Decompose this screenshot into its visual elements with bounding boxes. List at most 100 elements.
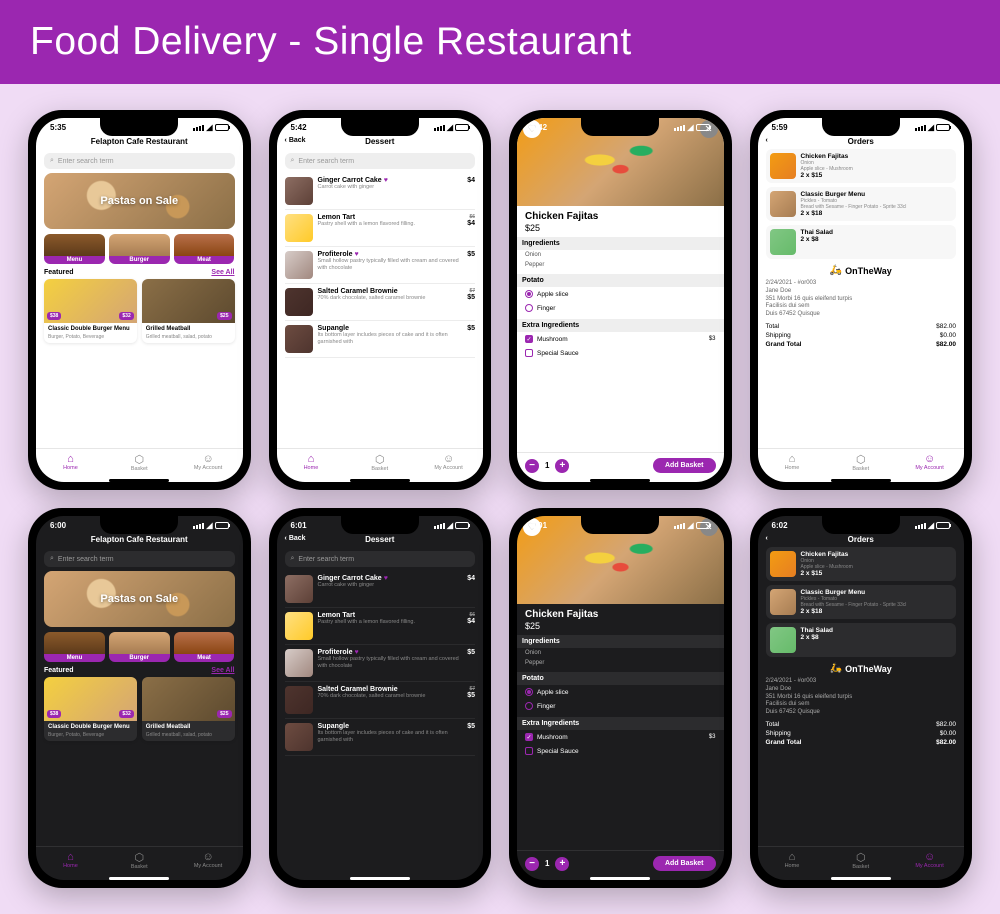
category-burger[interactable]: Burger xyxy=(109,234,170,264)
back-button[interactable]: ‹Back xyxy=(285,137,306,144)
category-burger[interactable]: Burger xyxy=(109,632,170,662)
category-menu[interactable]: Menu xyxy=(44,632,105,662)
clock: 5:35 xyxy=(50,123,66,132)
option-row[interactable]: Apple slice xyxy=(525,287,716,301)
extra-row[interactable]: ✓Mushroom$3 xyxy=(525,730,716,744)
list-item[interactable]: Profiterole♥Small hollow pastry typicall… xyxy=(285,645,476,682)
option-row[interactable]: Finger xyxy=(525,699,716,713)
chevron-left-icon: ‹ xyxy=(285,137,287,144)
back-button[interactable]: ‹ xyxy=(766,137,768,144)
tab-home[interactable]: ⌂Home xyxy=(36,453,105,472)
option-row[interactable]: Finger xyxy=(525,301,716,315)
scooter-icon: 🛵 xyxy=(830,265,842,276)
phone-detail-light: 5:42◢ ♡✕ Chicken Fajitas $25 Ingredients… xyxy=(509,110,732,490)
heart-icon: ♥ xyxy=(355,251,359,258)
radio-icon xyxy=(525,290,533,298)
search-icon: ⌕ xyxy=(291,157,295,165)
add-basket-button[interactable]: Add Basket xyxy=(653,458,716,473)
product-price: $25 xyxy=(525,223,716,233)
category-meat[interactable]: Meat xyxy=(174,234,235,264)
product-title: Chicken Fajitas xyxy=(525,211,716,222)
extra-row[interactable]: Special Sauce xyxy=(525,346,716,360)
search-input[interactable]: ⌕Enter search term xyxy=(285,153,476,169)
qty-minus-button[interactable]: − xyxy=(525,857,539,871)
search-input[interactable]: ⌕Enter search term xyxy=(44,153,235,169)
order-item[interactable]: Thai Salad2 x $8 xyxy=(766,225,957,259)
order-item[interactable]: Classic Burger MenuPickles - TomatoBread… xyxy=(766,187,957,221)
list-item[interactable]: SupangleIts bottom layer includes pieces… xyxy=(285,321,476,358)
qty-minus-button[interactable]: − xyxy=(525,459,539,473)
qty-plus-button[interactable]: + xyxy=(555,459,569,473)
list-item[interactable]: SupangleIts bottom layer includes pieces… xyxy=(285,719,476,756)
list-item[interactable]: Lemon TartPastry shell with a lemon flav… xyxy=(285,608,476,645)
phone-home-light: 5:35 ◢ Felapton Cafe Restaurant ⌕Enter se… xyxy=(28,110,251,490)
potato-heading: Potato xyxy=(517,274,724,287)
tab-home[interactable]: ⌂Home xyxy=(36,851,105,870)
order-item[interactable]: Classic Burger MenuPickles - TomatoBread… xyxy=(766,585,957,619)
ingredients-heading: Ingredients xyxy=(517,237,724,250)
basket-icon: ⬡ xyxy=(105,453,174,466)
home-icon: ⌂ xyxy=(36,453,105,465)
list-item[interactable]: Salted Caramel Brownie70% dark chocolate… xyxy=(285,682,476,719)
page-title: Dessert xyxy=(365,137,394,146)
scooter-icon: 🛵 xyxy=(830,663,842,674)
category-meat[interactable]: Meat xyxy=(174,632,235,662)
featured-card[interactable]: $38$32Classic Double Burger MenuBurger, … xyxy=(44,279,137,343)
tab-account[interactable]: ☺My Account xyxy=(174,453,243,472)
extra-row[interactable]: Special Sauce xyxy=(525,744,716,758)
option-row[interactable]: Apple slice xyxy=(525,685,716,699)
order-item[interactable]: Chicken FajitasOnionApple slice - Mushro… xyxy=(766,149,957,183)
qty-value: 1 xyxy=(545,461,549,470)
list-item[interactable]: Profiterole♥Small hollow pastry typicall… xyxy=(285,247,476,284)
phone-dessert-light: 5:42◢ ‹BackDessert ⌕Enter search term Gi… xyxy=(269,110,492,490)
tab-bar: ⌂Home ⬡Basket ☺My Account xyxy=(36,448,243,478)
featured-card[interactable]: $25Grilled MeatballGrilled meatball, sal… xyxy=(142,279,235,343)
search-input[interactable]: ⌕Enter search term xyxy=(285,551,476,567)
hero-banner[interactable]: Pastas on Sale xyxy=(44,571,235,627)
qty-plus-button[interactable]: + xyxy=(555,857,569,871)
list-item[interactable]: Ginger Carrot Cake♥Carrot cake with ging… xyxy=(285,173,476,210)
extras-heading: Extra Ingredients xyxy=(517,319,724,332)
featured-card[interactable]: $38$32Classic Double Burger MenuBurger, … xyxy=(44,677,137,741)
page-title: Felapton Cafe Restaurant xyxy=(36,134,243,149)
qty-bar: − 1 + Add Basket xyxy=(517,452,724,478)
extra-row[interactable]: ✓Mushroom$3 xyxy=(525,332,716,346)
list-item[interactable]: Lemon TartPastry shell with a lemon flav… xyxy=(285,210,476,247)
see-all-link[interactable]: See All xyxy=(211,667,234,674)
tab-basket[interactable]: ⬡Basket xyxy=(345,453,414,472)
tab-basket[interactable]: ⬡Basket xyxy=(105,453,174,472)
order-date: 2/24/2021 - #or003 xyxy=(766,280,957,288)
chevron-left-icon: ‹ xyxy=(766,137,768,144)
list-item[interactable]: Ginger Carrot Cake♥Carrot cake with ging… xyxy=(285,571,476,608)
tab-account[interactable]: ☺My Account xyxy=(414,453,483,472)
category-menu[interactable]: Menu xyxy=(44,234,105,264)
page-banner: Food Delivery - Single Restaurant xyxy=(0,0,1000,84)
tab-account[interactable]: ☺My Account xyxy=(895,453,964,472)
wifi-icon: ◢ xyxy=(206,123,212,132)
checkbox-icon: ✓ xyxy=(525,335,533,343)
tab-home[interactable]: ⌂Home xyxy=(277,453,346,472)
order-item[interactable]: Thai Salad2 x $8 xyxy=(766,623,957,657)
tab-basket[interactable]: ⬡Basket xyxy=(826,851,895,870)
phone-orders-light: 5:59◢ ‹Orders Chicken FajitasOnionApple … xyxy=(750,110,973,490)
tab-home[interactable]: ⌂Home xyxy=(758,453,827,472)
search-icon: ⌕ xyxy=(50,157,54,165)
order-item[interactable]: Chicken FajitasOnionApple slice - Mushro… xyxy=(766,547,957,581)
featured-card[interactable]: $25Grilled MeatballGrilled meatball, sal… xyxy=(142,677,235,741)
list-item[interactable]: Salted Caramel Brownie70% dark chocolate… xyxy=(285,284,476,321)
search-input[interactable]: ⌕Enter search term xyxy=(44,551,235,567)
tab-account[interactable]: ☺My Account xyxy=(895,851,964,870)
tab-home[interactable]: ⌂Home xyxy=(758,851,827,870)
radio-icon xyxy=(525,304,533,312)
see-all-link[interactable]: See All xyxy=(211,269,234,276)
tab-basket[interactable]: ⬡Basket xyxy=(826,453,895,472)
page-title: Orders xyxy=(848,137,874,146)
add-basket-button[interactable]: Add Basket xyxy=(653,856,716,871)
checkbox-icon xyxy=(525,349,533,357)
back-button[interactable]: ‹Back xyxy=(285,535,306,542)
back-button[interactable]: ‹ xyxy=(766,535,768,542)
tab-account[interactable]: ☺My Account xyxy=(174,851,243,870)
hero-banner[interactable]: Pastas on Sale xyxy=(44,173,235,229)
featured-heading: Featured xyxy=(44,269,74,276)
tab-basket[interactable]: ⬡Basket xyxy=(105,851,174,870)
